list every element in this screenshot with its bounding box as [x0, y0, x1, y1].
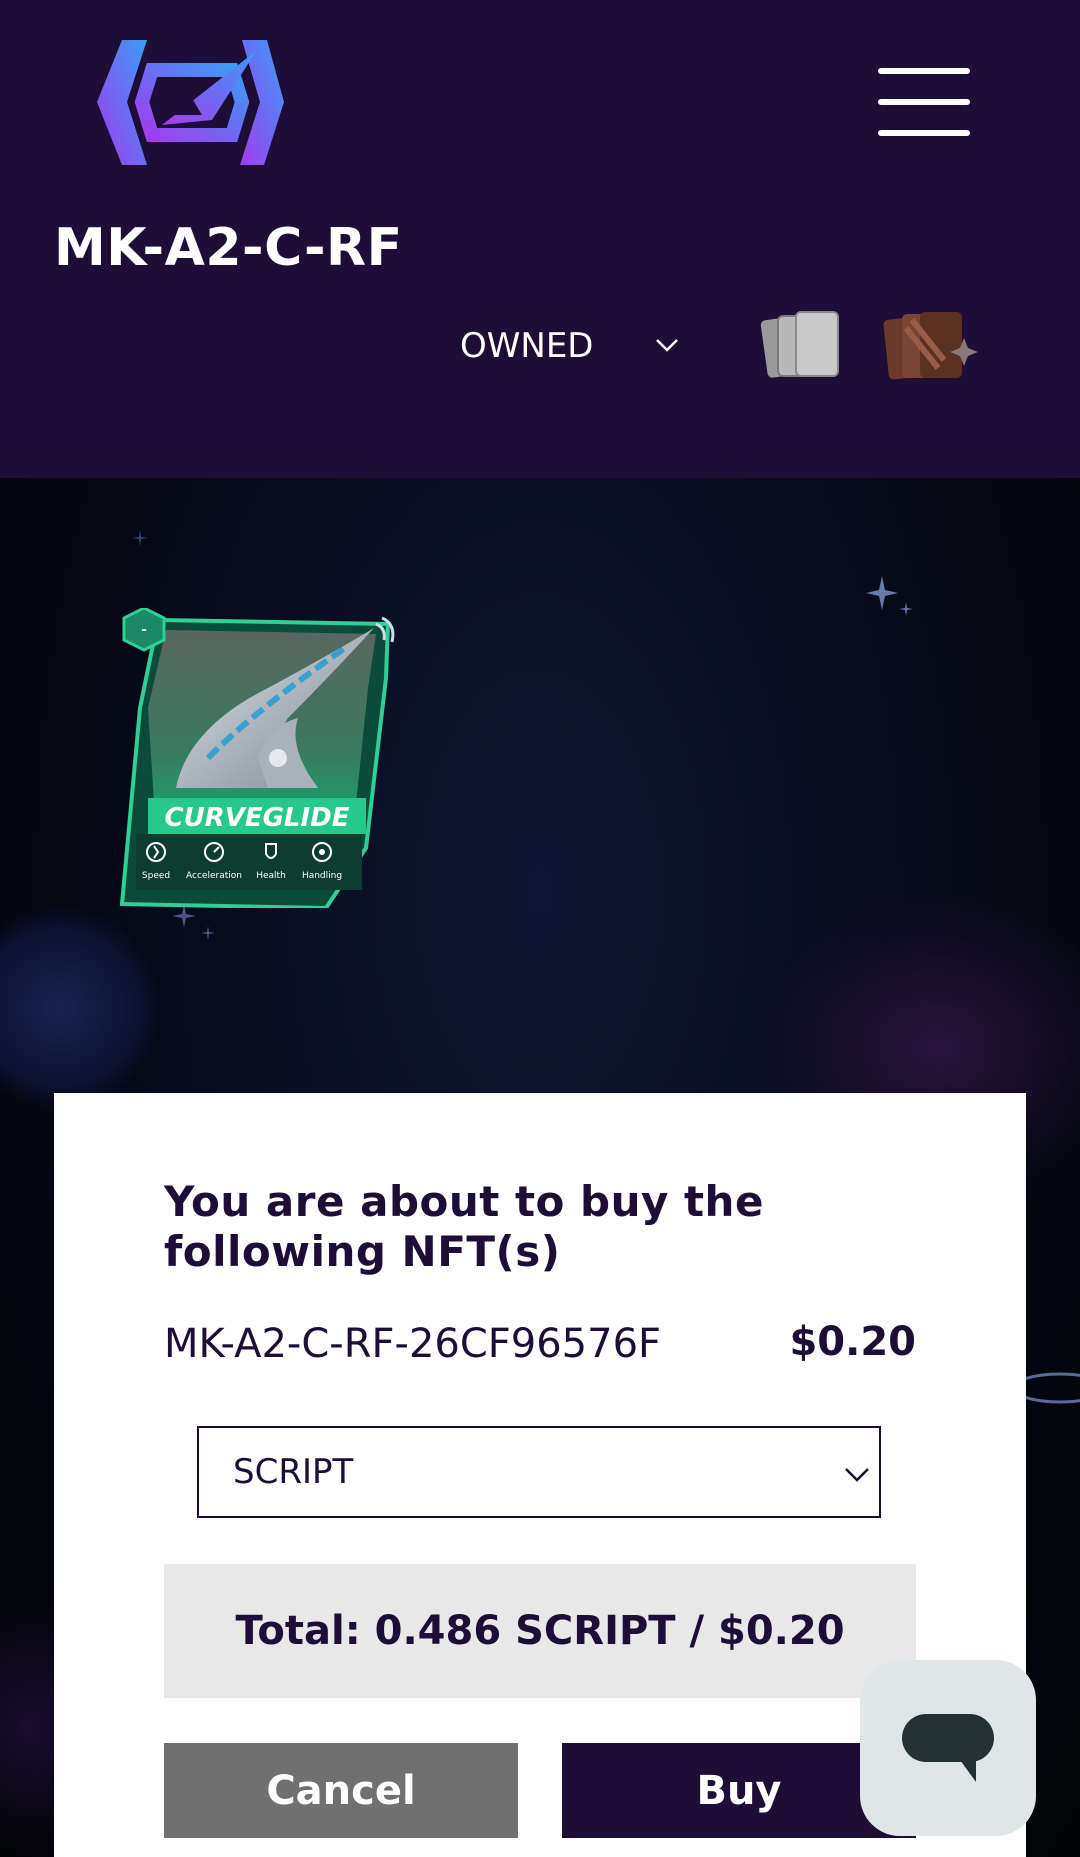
- total-text: Total: 0.486 SCRIPT / $0.20: [235, 1608, 845, 1654]
- currency-selected-value: SCRIPT: [233, 1452, 354, 1492]
- header: MK-A2-C-RF OWNED: [0, 0, 1080, 478]
- page-title: MK-A2-C-RF: [54, 218, 403, 278]
- card-name: CURVEGLIDE: [164, 803, 349, 833]
- chevron-down-icon: [845, 1468, 869, 1482]
- sparkle-icon: [866, 576, 913, 616]
- currency-select[interactable]: SCRIPT: [197, 1426, 881, 1518]
- cancel-button[interactable]: Cancel: [164, 1743, 518, 1838]
- chevron-down-icon: [656, 339, 678, 352]
- stat-label: Handling: [302, 871, 342, 881]
- filter-selected-value: OWNED: [460, 326, 594, 366]
- planet-decoration: [0, 908, 160, 1108]
- menu-button[interactable]: [872, 62, 976, 142]
- cards-icon[interactable]: [760, 308, 844, 384]
- ownership-filter-dropdown[interactable]: OWNED: [460, 318, 690, 374]
- sparkle-icon: [132, 530, 148, 546]
- chat-widget-button[interactable]: [860, 1660, 1036, 1836]
- page: MK-A2-C-RF OWNED - CURVEGLIDE Speed Acce…: [0, 0, 1080, 1857]
- nft-card[interactable]: - CURVEGLIDE Speed Acceleration Health H…: [118, 608, 398, 908]
- chat-bubble-icon: [902, 1714, 994, 1782]
- stat-label: Speed: [142, 871, 170, 881]
- card-level: -: [141, 622, 147, 638]
- modal-heading: You are about to buy the following NFT(s…: [164, 1177, 764, 1276]
- menu-bar: [878, 68, 970, 74]
- total-summary: Total: 0.486 SCRIPT / $0.20: [164, 1564, 916, 1698]
- stat-label: Acceleration: [186, 871, 242, 881]
- card-packs-icon[interactable]: [882, 308, 978, 386]
- logo-icon[interactable]: [92, 30, 287, 175]
- nft-item-id: MK-A2-C-RF-26CF96576F: [164, 1321, 662, 1367]
- stat-label: Health: [256, 871, 286, 881]
- menu-bar: [878, 99, 970, 105]
- menu-bar: [878, 130, 970, 136]
- nft-item-price: $0.20: [789, 1319, 916, 1365]
